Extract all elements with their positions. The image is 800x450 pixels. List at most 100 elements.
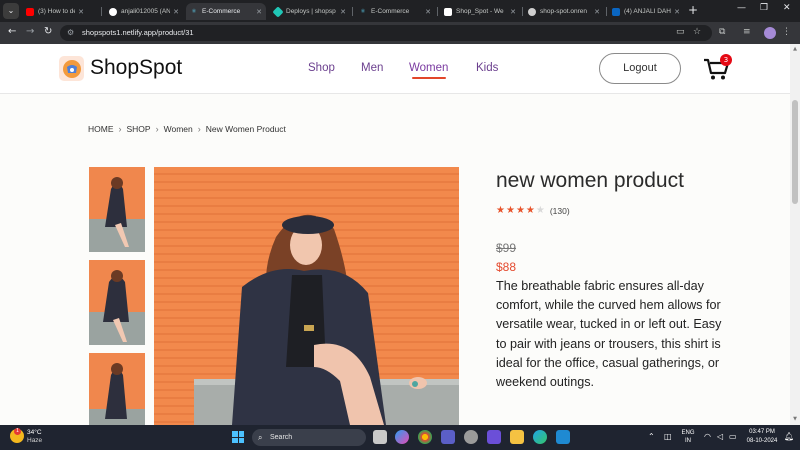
close-tab-icon[interactable]: ✕	[256, 8, 262, 16]
browser-tab[interactable]: (4) ANJALI DAH ✕	[608, 3, 684, 20]
tab-divider	[606, 7, 607, 16]
chrome-icon[interactable]	[418, 430, 432, 444]
new-tab-icon[interactable]: +	[688, 3, 698, 17]
back-icon[interactable]: ←	[8, 26, 16, 37]
weather-temperature[interactable]: 34°C	[27, 429, 42, 436]
breadcrumb-home[interactable]: HOME	[88, 124, 114, 134]
task-view-icon[interactable]	[373, 430, 387, 444]
breadcrumb-shop[interactable]: SHOP	[127, 124, 151, 134]
weather-condition[interactable]: Haze	[27, 437, 42, 444]
close-window-icon[interactable]: ✕	[783, 3, 791, 13]
url-text: shopspots1.netlify.app/product/31	[82, 28, 194, 37]
file-explorer-icon[interactable]	[510, 430, 524, 444]
address-bar: ← → ↻ ⚙ shopspots1.netlify.app/product/3…	[0, 22, 800, 44]
netlify-icon	[272, 5, 284, 18]
app-icon[interactable]	[464, 430, 478, 444]
browser-tab[interactable]: Deploys | shopsp ✕	[270, 3, 350, 20]
taskbar-search-label: Search	[270, 434, 293, 441]
star-filled-icon: ★	[525, 205, 535, 216]
nav-women[interactable]: Women	[409, 62, 448, 74]
profile-avatar[interactable]	[764, 27, 776, 39]
extensions-icon[interactable]: ⧉	[719, 27, 725, 37]
scroll-up-icon[interactable]: ▲	[790, 46, 800, 52]
weather-badge: 1	[14, 428, 21, 435]
sale-price: $88	[496, 260, 517, 274]
clock-time[interactable]: 03:47 PM	[740, 429, 784, 435]
nav-men[interactable]: Men	[361, 62, 383, 74]
language-indicator[interactable]: ENG	[678, 430, 698, 436]
battery-icon[interactable]: ▭	[729, 432, 737, 441]
menu-icon[interactable]: ⋮	[782, 27, 791, 37]
star-empty-icon: ★	[535, 205, 545, 216]
browser-tab-title: (3) How to depl	[38, 8, 75, 15]
product-thumbnail[interactable]	[89, 260, 145, 345]
taskbar-search[interactable]: ⌕ Search	[252, 429, 366, 446]
browser-tab-active[interactable]: ⚛ E-Commerce ✕	[186, 3, 266, 20]
breadcrumb: HOME › SHOP › Women › New Women Product	[88, 124, 286, 134]
region-indicator[interactable]: IN	[678, 438, 698, 444]
github-icon	[109, 7, 117, 16]
product-title: new women product	[496, 169, 684, 192]
url-input[interactable]: ⚙ shopspots1.netlify.app/product/31	[60, 25, 712, 41]
shopspot-logo-icon[interactable]	[59, 56, 84, 81]
forward-icon[interactable]: →	[26, 26, 34, 37]
product-thumbnail[interactable]	[89, 167, 145, 252]
bookmark-star-icon[interactable]: ☆	[693, 27, 701, 37]
rating-stars: ★ ★ ★ ★ ★ (130)	[496, 205, 570, 216]
teams-icon[interactable]	[441, 430, 455, 444]
browser-tab[interactable]: (3) How to depl ✕	[22, 3, 88, 20]
browser-tab[interactable]: Shop_Spot - We ✕	[440, 3, 520, 20]
original-price: $99	[496, 241, 517, 255]
clock-date[interactable]: 08-10-2024	[740, 438, 784, 444]
close-tab-icon[interactable]: ✕	[425, 8, 431, 16]
browser-tab[interactable]: anjali012005 (AN ✕	[105, 3, 183, 20]
browser-tab-title: anjali012005 (AN	[121, 8, 171, 15]
vscode-icon[interactable]	[556, 430, 570, 444]
breadcrumb-women[interactable]: Women	[164, 124, 193, 134]
close-tab-icon[interactable]: ✕	[78, 8, 84, 16]
chevron-right-icon: ›	[155, 124, 159, 134]
tab-divider	[352, 7, 353, 16]
scrollbar-thumb[interactable]	[792, 100, 798, 204]
nav-kids[interactable]: Kids	[476, 62, 498, 74]
edge-icon[interactable]	[533, 430, 547, 444]
notification-bell-icon[interactable]: 🔔︎	[784, 432, 794, 441]
close-tab-icon[interactable]: ✕	[594, 8, 600, 16]
media-control-icon[interactable]: ≡	[743, 27, 751, 37]
star-filled-icon: ★	[505, 205, 515, 216]
copilot-icon[interactable]	[395, 430, 409, 444]
browser-tab-title: E-Commerce	[202, 8, 241, 15]
windows-taskbar: 1 34°C Haze ⌕ Search ⌃ ◫ ENG IN ◠ ◁ ▭ 03…	[0, 425, 800, 450]
nav-shop[interactable]: Shop	[308, 62, 335, 74]
tray-app-icon[interactable]: ◫	[664, 432, 672, 441]
tab-search-icon[interactable]: ⌄	[3, 3, 19, 19]
rating-count: (130)	[549, 205, 570, 216]
close-tab-icon[interactable]: ✕	[173, 8, 179, 16]
minimize-icon[interactable]: —	[737, 3, 746, 13]
youtube-icon	[26, 7, 34, 16]
restore-icon[interactable]: ❐	[760, 3, 768, 13]
chevron-right-icon: ›	[197, 124, 201, 134]
react-icon: ⚛	[360, 9, 366, 15]
browser-tab[interactable]: shop-spot.onren ✕	[524, 3, 604, 20]
windows-start-icon[interactable]	[232, 431, 244, 443]
scroll-down-icon[interactable]: ▼	[790, 416, 800, 422]
chevron-up-icon[interactable]: ⌃	[648, 432, 655, 441]
page-scrollbar[interactable]: ▲ ▼	[790, 44, 800, 425]
brand-name[interactable]: ShopSpot	[90, 56, 182, 80]
close-tab-icon[interactable]: ✕	[510, 8, 516, 16]
cast-icon[interactable]: ▭	[676, 27, 685, 37]
browser-tab[interactable]: ⚛ E-Commerce ✕	[355, 3, 435, 20]
speaker-icon[interactable]: ◁	[717, 432, 723, 441]
product-description: The breathable fabric ensures all-day co…	[496, 279, 722, 390]
site-info-icon[interactable]: ⚙	[67, 25, 74, 41]
logout-button[interactable]: Logout	[599, 53, 681, 84]
tab-divider	[522, 7, 523, 16]
reload-icon[interactable]: ↻	[44, 26, 52, 37]
product-main-image[interactable]	[154, 167, 459, 425]
tab-divider	[101, 7, 102, 16]
close-tab-icon[interactable]: ✕	[674, 8, 680, 16]
wifi-icon[interactable]: ◠	[704, 432, 711, 441]
editor-icon[interactable]	[487, 430, 501, 444]
close-tab-icon[interactable]: ✕	[340, 8, 346, 16]
